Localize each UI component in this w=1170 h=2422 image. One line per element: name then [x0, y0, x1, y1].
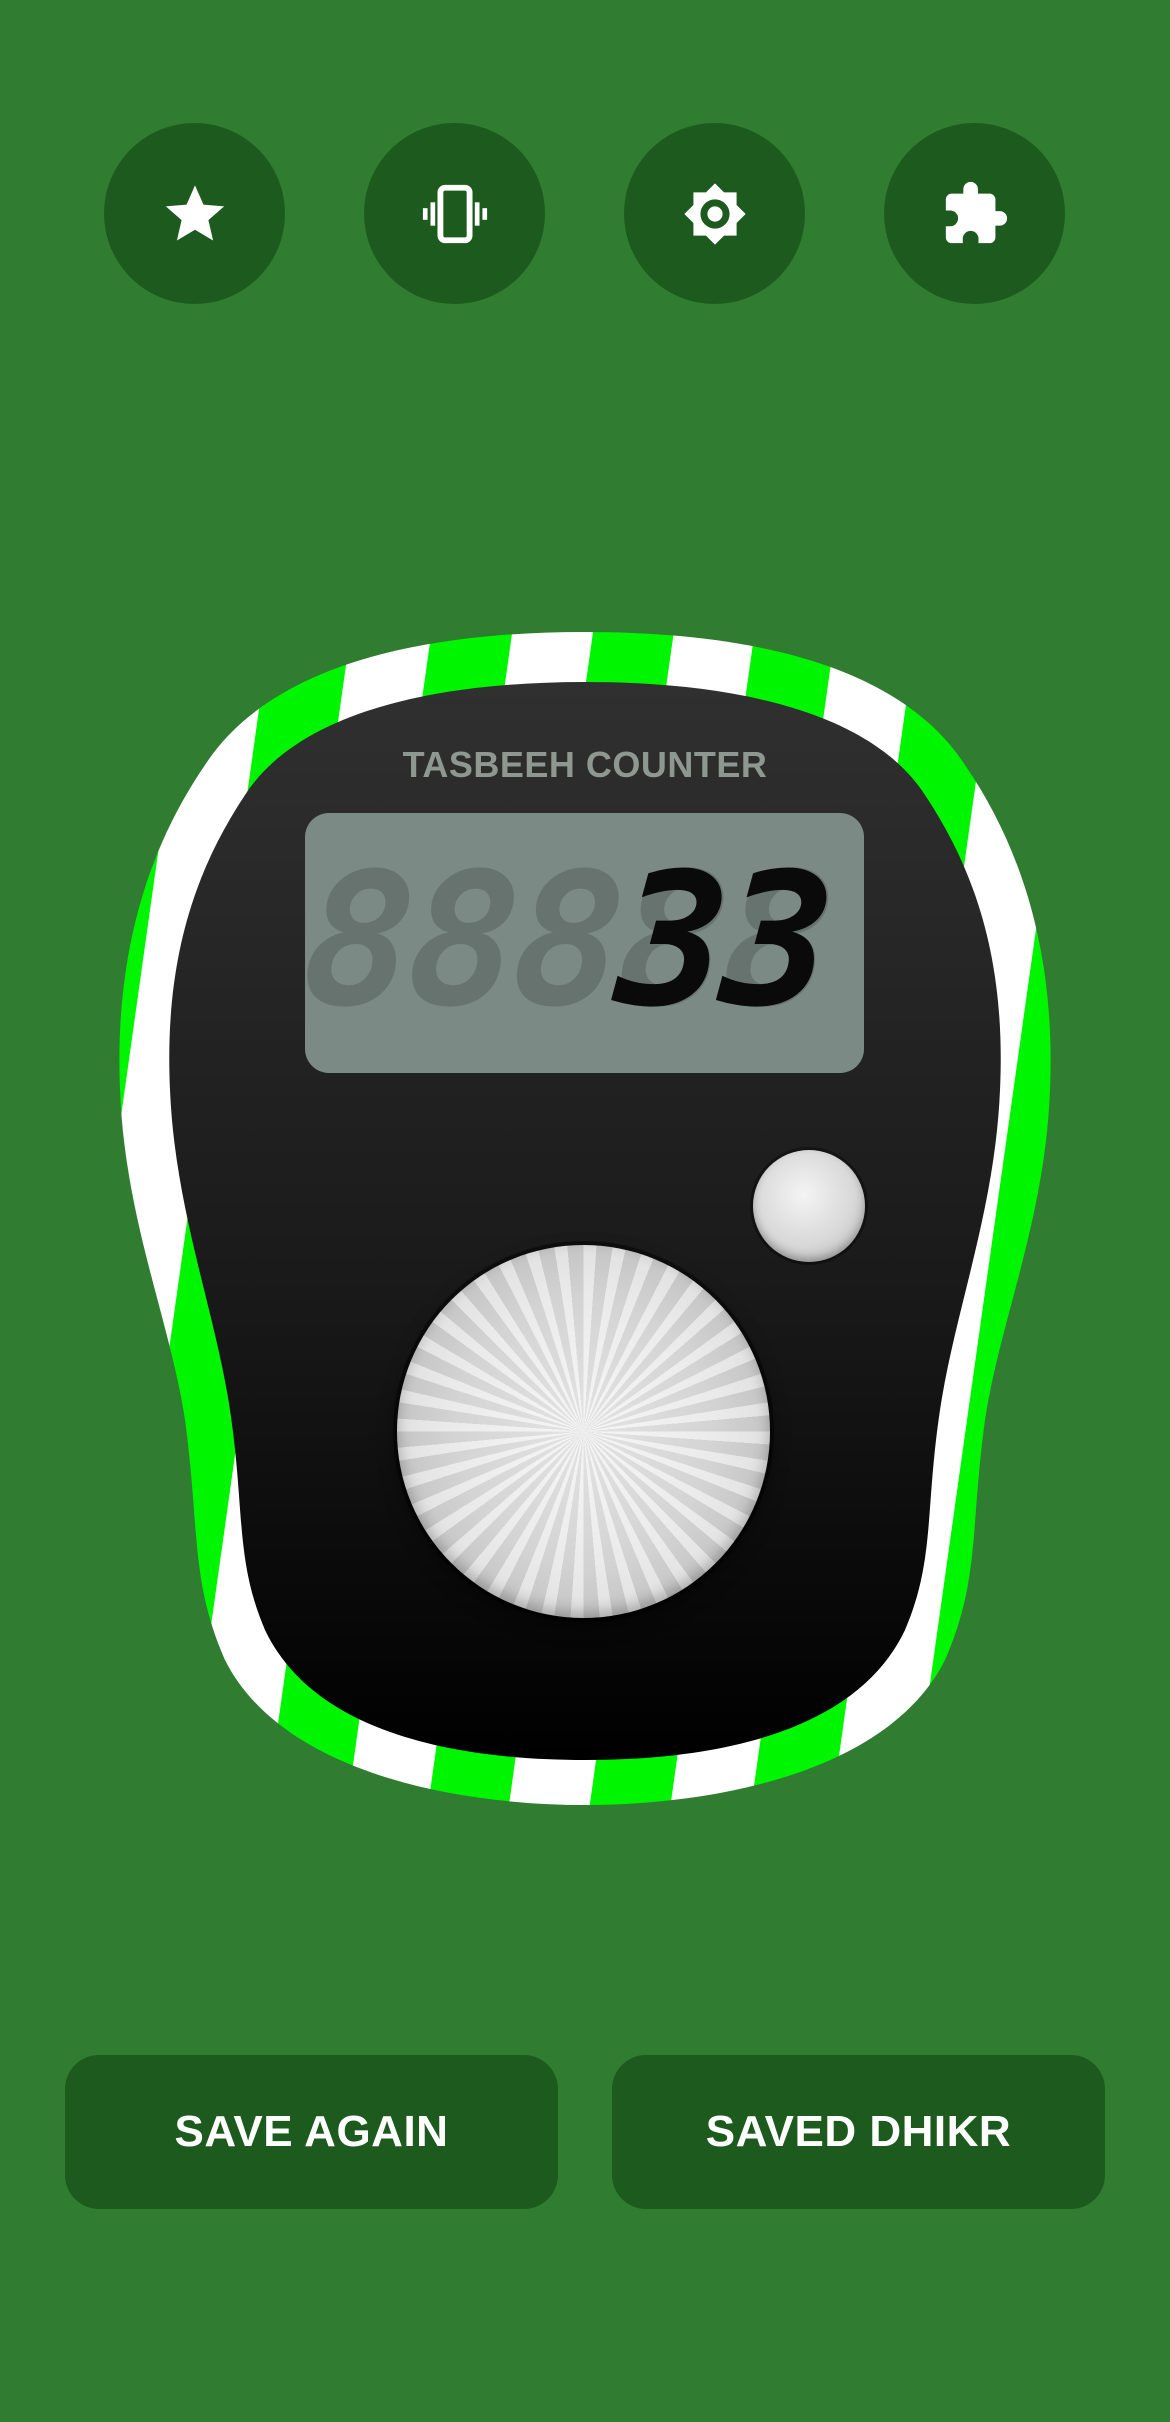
rate-button[interactable]	[104, 123, 285, 304]
reset-button[interactable]	[753, 1150, 865, 1262]
count-value: 33	[610, 834, 836, 1048]
puzzle-icon	[945, 181, 1007, 243]
vibration-button[interactable]	[364, 123, 545, 304]
save-again-button[interactable]: SAVE AGAIN	[65, 2055, 558, 2209]
brightness-button[interactable]	[624, 123, 805, 304]
counter-body-shape	[119, 632, 1051, 1805]
brightness-icon	[683, 182, 746, 245]
device-title: TASBEEH COUNTER	[402, 744, 768, 785]
star-icon	[165, 184, 224, 241]
count-button[interactable]	[397, 1245, 770, 1618]
saved-dhikr-button[interactable]: SAVED DHIKR	[612, 2055, 1105, 2209]
extensions-button[interactable]	[884, 123, 1065, 304]
vibration-icon	[422, 184, 487, 243]
tasbeeh-counter-device: TASBEEH COUNTER 88888 33	[110, 620, 1060, 1810]
top-toolbar	[0, 0, 1170, 340]
lcd-display: 88888 33	[305, 813, 864, 1073]
